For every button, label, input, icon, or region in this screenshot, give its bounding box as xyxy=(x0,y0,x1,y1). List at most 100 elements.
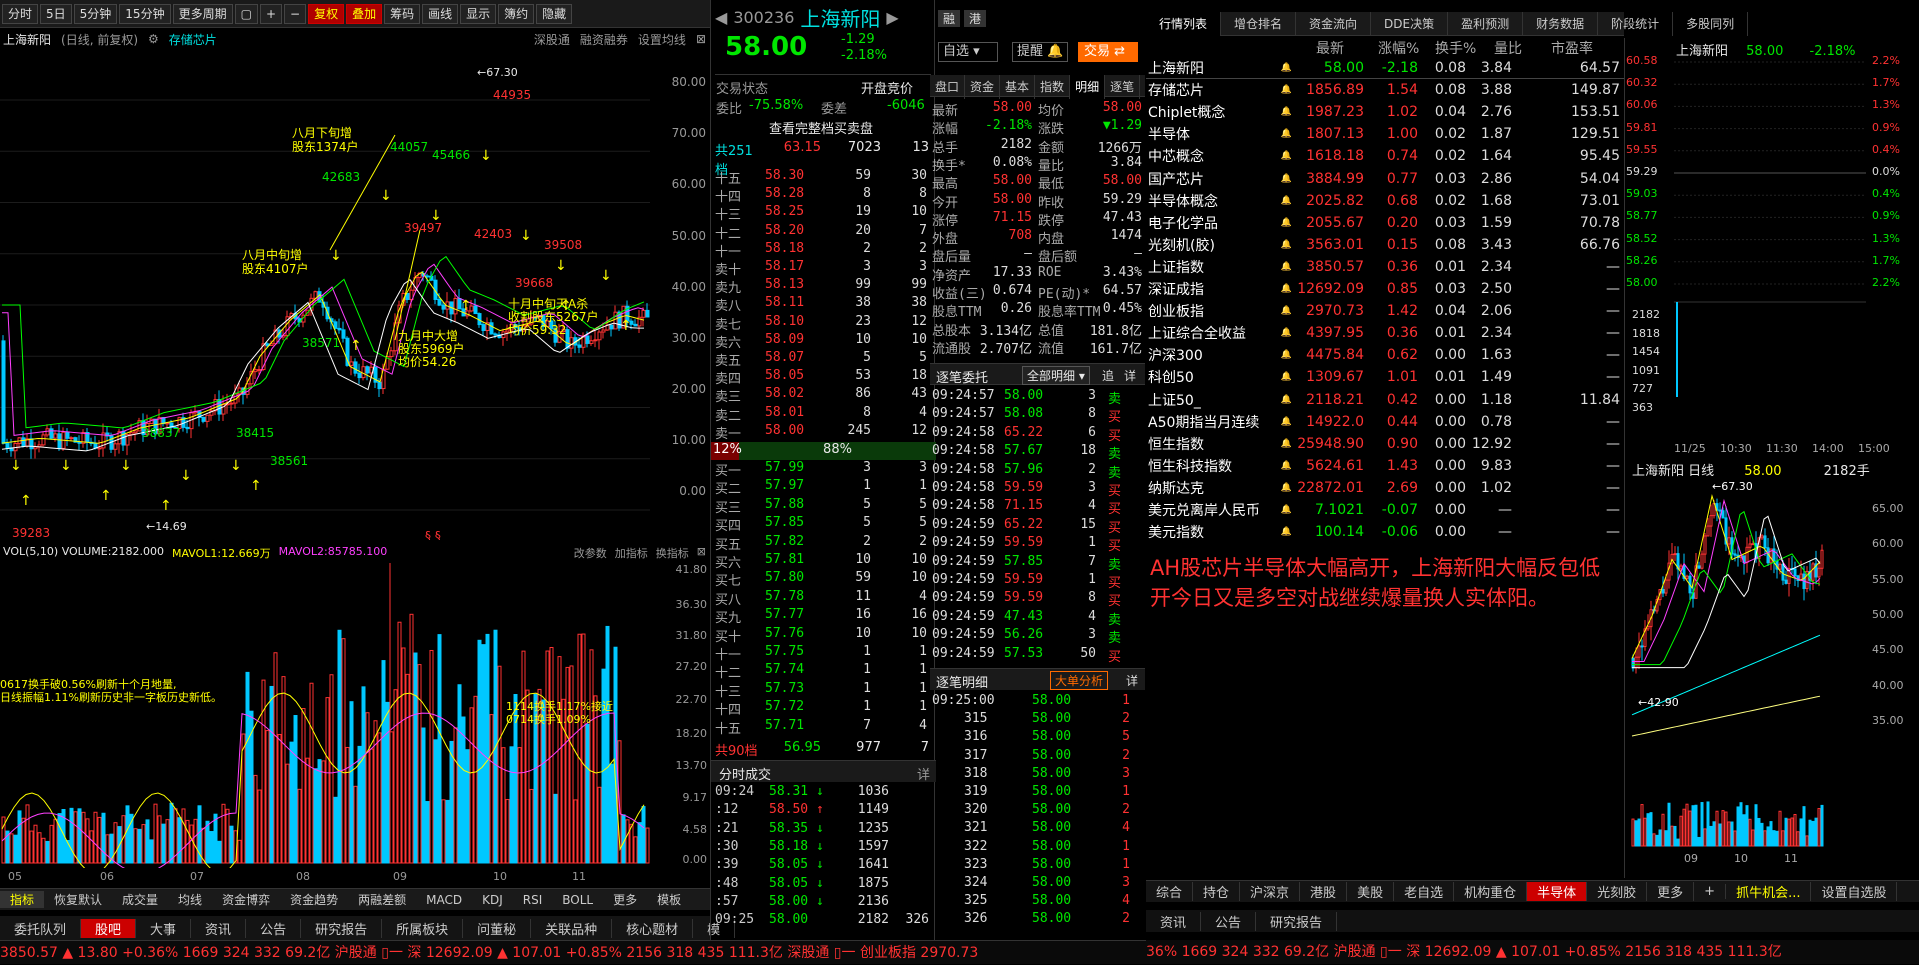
watchlist-tab[interactable]: 沪深京 xyxy=(1240,882,1301,901)
info-tab[interactable]: 资讯 xyxy=(191,918,247,938)
minus-icon[interactable]: − xyxy=(284,3,307,24)
big-order-analysis-button[interactable]: 大单分析 xyxy=(1050,671,1109,690)
quote-row[interactable]: Chiplet概念 🔔 1987.23 1.02 0.04 2.76 153.51 xyxy=(1146,101,1624,123)
watchlist-tab[interactable]: 机构重仓 xyxy=(1454,882,1528,901)
market-tab[interactable]: 增仓排名 xyxy=(1221,11,1297,36)
market-tab[interactable]: 行情列表 xyxy=(1146,11,1222,36)
indicator-tab[interactable]: KDJ xyxy=(472,893,513,907)
period-tab[interactable]: 5分钟 xyxy=(73,3,118,24)
stats-tab[interactable]: 逐笔 xyxy=(1105,75,1141,99)
self-select-button[interactable]: 自选 ▾ xyxy=(938,42,998,62)
edit-params-link[interactable]: 改参数 xyxy=(574,545,607,563)
hk-connect-link[interactable]: 深股通 xyxy=(534,31,570,48)
info-tab[interactable]: 委托队列 xyxy=(0,918,82,938)
indicator-tab[interactable]: MACD xyxy=(416,893,472,907)
remind-button[interactable]: 提醒 🔔 xyxy=(1012,42,1068,62)
info-tab[interactable]: 研究报告 xyxy=(301,918,383,938)
watchlist-tab[interactable]: 美股 xyxy=(1347,882,1395,901)
indicator-tab[interactable]: 资金趋势 xyxy=(280,891,348,908)
info-tab[interactable]: 问董秘 xyxy=(463,918,532,938)
chips-button[interactable]: 筹码 xyxy=(384,3,421,24)
hide-button[interactable]: 隐藏 xyxy=(536,3,573,24)
watchlist-tab[interactable]: 港股 xyxy=(1300,882,1348,901)
col-header[interactable]: 量比 xyxy=(1494,38,1522,58)
quote-row[interactable]: 沪深300 🔔 4475.84 0.62 0.00 1.63 — xyxy=(1146,344,1624,366)
info-tab[interactable]: 关联品种 xyxy=(531,918,613,938)
col-header[interactable]: 换手% xyxy=(1435,38,1476,58)
quote-row[interactable]: 光刻机(胶) 🔔 3563.01 0.15 0.08 3.43 66.76 xyxy=(1146,234,1624,256)
market-tab[interactable]: 资金流向 xyxy=(1296,11,1372,36)
quote-row[interactable]: 上证50_ 🔔 2118.21 0.42 0.00 1.18 11.84 xyxy=(1146,389,1624,411)
news-tab[interactable]: 研究报告 xyxy=(1256,911,1338,931)
appointment-button[interactable]: 簿约 xyxy=(498,3,535,24)
stats-tab[interactable]: 基本 xyxy=(1000,75,1036,99)
period-tab[interactable]: 分时 xyxy=(2,3,39,24)
indicator-tab[interactable]: 模板 xyxy=(647,891,691,908)
market-tab[interactable]: 多股同列 xyxy=(1673,11,1749,36)
watchlist-tab[interactable]: 综合 xyxy=(1146,882,1194,901)
stats-tab[interactable]: 指数 xyxy=(1035,75,1071,99)
watchlist-tab[interactable]: 抓牛机会... xyxy=(1726,882,1812,901)
col-header[interactable]: 市盈率 xyxy=(1551,38,1593,58)
window-icon[interactable]: ▢ xyxy=(234,3,258,24)
draw-button[interactable]: 画线 xyxy=(422,3,459,24)
plus-icon[interactable]: + xyxy=(259,3,282,24)
info-tab[interactable]: 股吧 xyxy=(81,918,137,938)
col-header[interactable]: 最新 xyxy=(1316,38,1344,58)
watchlist-tab[interactable]: 半导体 xyxy=(1527,882,1588,901)
period-tab[interactable]: 15分钟 xyxy=(119,3,171,24)
indicator-tab[interactable]: 更多 xyxy=(603,891,647,908)
quote-row[interactable]: 国产芯片 🔔 3884.99 0.77 0.03 2.86 54.04 xyxy=(1146,168,1624,190)
indicator-tab[interactable]: BOLL xyxy=(552,893,603,907)
indicator-tab[interactable]: 均线 xyxy=(168,891,212,908)
quote-row[interactable]: 恒生指数 🔔 25948.90 0.90 0.00 12.92 — xyxy=(1146,433,1624,455)
indicator-tab[interactable]: 资金博弈 xyxy=(212,891,280,908)
prev-arrow-icon[interactable]: ◀ xyxy=(715,8,727,27)
quote-row[interactable]: 上证指数 🔔 3850.57 0.36 0.01 2.34 — xyxy=(1146,256,1624,278)
quote-row[interactable]: A50期指当月连续 🔔 14922.0 0.44 0.00 0.78 — xyxy=(1146,411,1624,433)
quote-row[interactable]: 电子化学品 🔔 2055.67 0.20 0.03 1.59 70.78 xyxy=(1146,212,1624,234)
indicator-tab[interactable]: 指标 xyxy=(0,891,45,908)
overlay-button[interactable]: 叠加 xyxy=(346,3,383,24)
quote-row[interactable]: 中芯概念 🔔 1618.18 0.74 0.02 1.64 95.45 xyxy=(1146,145,1624,167)
watchlist-tab[interactable]: 更多 xyxy=(1647,882,1695,901)
period-tab[interactable]: 5日 xyxy=(40,3,72,24)
watchlist-tab[interactable]: 持仓 xyxy=(1193,882,1241,901)
stats-tab[interactable]: 盘口 xyxy=(930,75,966,99)
restore-right-button[interactable]: 复权 xyxy=(308,3,345,24)
trade-button[interactable]: 交易 ⇄ xyxy=(1078,42,1138,62)
period-more-dropdown[interactable]: 更多周期 xyxy=(172,3,233,24)
indicator-tab[interactable]: 恢复默认 xyxy=(44,891,112,908)
detail-more-button[interactable]: 详 xyxy=(1126,672,1138,689)
concept-link[interactable]: 存储芯片 xyxy=(169,31,217,48)
display-button[interactable]: 显示 xyxy=(460,3,497,24)
indicator-tab[interactable]: 两融差额 xyxy=(348,891,416,908)
quote-row[interactable]: 存储芯片 🔔 1856.89 1.54 0.08 3.88 149.87 xyxy=(1146,79,1624,101)
quote-row[interactable]: 半导体概念 🔔 2025.82 0.68 0.02 1.68 73.01 xyxy=(1146,190,1624,212)
full-book-link[interactable]: 查看完整档买卖盘 xyxy=(716,118,926,137)
watchlist-tab[interactable]: 老自选 xyxy=(1394,882,1455,901)
margin-link[interactable]: 融资融券 xyxy=(580,31,628,48)
quote-row[interactable]: 半导体 🔔 1807.13 1.00 0.02 1.87 129.51 xyxy=(1146,123,1624,145)
next-arrow-icon[interactable]: ▶ xyxy=(886,8,898,27)
ma-settings-link[interactable]: 设置均线 xyxy=(638,31,686,48)
col-header[interactable]: 涨幅% xyxy=(1378,38,1419,58)
order-filter-select[interactable]: 全部明细 ▾ xyxy=(1022,366,1090,385)
settings-icon[interactable]: ⚙ xyxy=(148,32,159,46)
quote-row[interactable]: 恒生科技指数 🔔 5624.61 1.43 0.00 9.83 — xyxy=(1146,455,1624,477)
close-icon[interactable]: ⊠ xyxy=(697,545,710,563)
quote-row[interactable]: 创业板指 🔔 2970.73 1.42 0.04 2.06 — xyxy=(1146,300,1624,322)
quote-row[interactable]: 上证综合全收益 🔔 4397.95 0.36 0.01 2.34 — xyxy=(1146,322,1624,344)
market-tab[interactable]: 盈利预测 xyxy=(1448,11,1524,36)
quote-row[interactable]: 美元指数 🔔 100.14 -0.06 0.00 — — xyxy=(1146,521,1624,543)
quote-row[interactable]: 上海新阳 🔔 58.00 -2.18 0.08 3.84 64.57 xyxy=(1146,57,1624,79)
watchlist-tab[interactable]: + xyxy=(1694,884,1727,899)
info-tab[interactable]: 核心题材 xyxy=(612,918,694,938)
market-tab[interactable]: DDE决策 xyxy=(1371,11,1449,36)
info-tab[interactable]: 所属板块 xyxy=(382,918,464,938)
quote-row[interactable]: 科创50 🔔 1309.67 1.01 0.01 1.49 — xyxy=(1146,366,1624,388)
news-tab[interactable]: 公告 xyxy=(1201,911,1257,931)
change-indicator-link[interactable]: 换指标 xyxy=(656,545,689,563)
ticks-detail-button[interactable]: 详 xyxy=(917,764,930,783)
close-icon[interactable]: ⊠ xyxy=(696,32,710,46)
